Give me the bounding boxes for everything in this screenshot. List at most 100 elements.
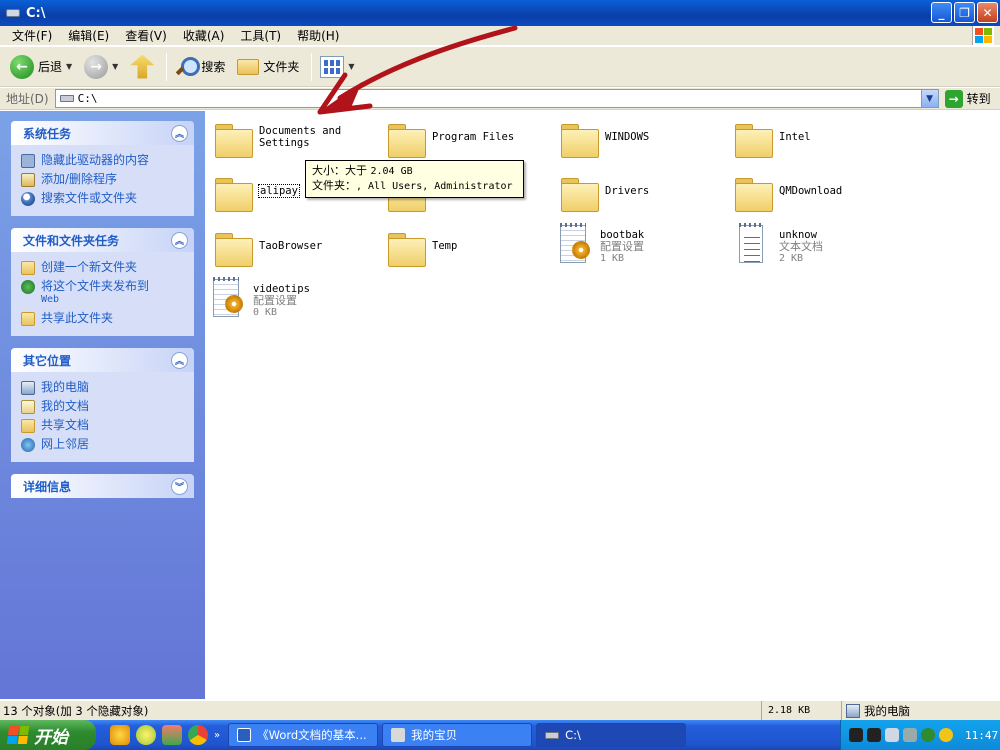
task-label: 《Word文档的基本... [257,728,367,742]
quick-launch-more-icon[interactable]: » [214,730,220,741]
app-icon[interactable] [162,725,182,745]
menu-favorites[interactable]: 收藏(A) [175,27,233,44]
minimize-button[interactable]: _ [931,2,952,23]
task-pane: 系统任务 ︽ 隐藏此驱动器的内容 添加/删除程序 搜索文件或文件夹 文件和文件夹… [0,111,205,699]
chevron-down-icon[interactable]: ▼ [66,62,72,71]
file-name: QMDownload [779,185,843,197]
shield-icon[interactable] [921,728,935,742]
shared-documents-link[interactable]: 共享文档 [21,416,184,435]
word-icon [237,728,252,742]
views-button[interactable]: ▼ [316,54,358,80]
details-panel: 详细信息 ︾ [11,474,194,498]
address-input[interactable]: C:\ ▼ [54,89,939,108]
close-button[interactable]: ✕ [977,2,998,23]
menu-file[interactable]: 文件(F) [4,27,60,44]
forward-button[interactable]: → ▼ [80,53,122,81]
add-remove-programs-link[interactable]: 添加/删除程序 [21,170,184,189]
taskbar-item-explorer[interactable]: C:\ [536,723,687,747]
status-bar: 13 个对象(加 3 个隐藏对象) 2.18 KB 我的电脑 [0,700,1000,720]
system-tasks-header[interactable]: 系统任务 ︽ [11,121,194,145]
folder-item[interactable]: TaoBrowser [215,230,385,267]
link-label: 共享此文件夹 [41,311,114,325]
penguin-icon[interactable] [849,728,863,742]
windows-logo-icon [972,26,994,45]
back-label: 后退 [38,60,63,74]
up-button[interactable] [126,53,158,81]
file-item[interactable]: unknow 文本文档 2 KB [737,223,907,267]
new-folder-icon [21,261,35,275]
penguin-icon[interactable] [867,728,881,742]
my-documents-link[interactable]: 我的文档 [21,397,184,416]
taskbar-item-word[interactable]: 《Word文档的基本... [228,723,379,747]
file-size: 0 KB [253,307,278,318]
text-file-icon [737,223,767,267]
go-button[interactable]: → 转到 [944,89,991,108]
drive-icon [545,731,560,739]
publish-to-web-link[interactable]: 将这个文件夹发布到 Web [21,277,184,309]
search-label: 搜索 [201,60,226,74]
new-folder-link[interactable]: 创建一个新文件夹 [21,258,184,277]
browser-icon[interactable] [188,725,208,745]
folders-button[interactable]: 文件夹 [233,56,303,77]
panel-title: 其它位置 [23,353,72,368]
file-size: 1 KB [600,253,625,264]
up-folder-icon [130,54,155,79]
app-icon[interactable] [136,725,156,745]
status-location: 我的电脑 [842,703,910,719]
maximize-button[interactable]: ❐ [954,2,975,23]
my-computer-link[interactable]: 我的电脑 [21,378,184,397]
start-button[interactable]: 开始 [0,720,96,750]
menu-tools[interactable]: 工具(T) [232,27,289,44]
file-item[interactable]: bootbak 配置设置 1 KB [558,223,728,267]
share-folder-link[interactable]: 共享此文件夹 [21,309,184,328]
file-list: Documents and Settings Program Files WIND… [205,111,1000,699]
other-places-header[interactable]: 其它位置 ︽ [11,348,194,372]
hide-drive-contents-link[interactable]: 隐藏此驱动器的内容 [21,151,184,170]
chevron-down-icon[interactable]: ▼ [348,62,354,71]
network-icon[interactable] [885,728,899,742]
publish-icon [21,280,35,294]
title-bar: C:\ _ ❐ ✕ [0,0,1000,26]
share-icon [21,312,35,326]
volume-icon[interactable] [903,728,917,742]
folder-item[interactable]: Temp [388,230,558,267]
folders-label: 文件夹 [263,60,300,74]
folder-item[interactable]: QMDownload [735,175,905,212]
shared-folder-icon [21,419,35,433]
task-label: 我的宝贝 [411,728,458,742]
taskbar-item-baby[interactable]: 我的宝贝 [382,723,533,747]
chevron-down-icon[interactable]: ▼ [112,62,118,71]
file-item[interactable]: videotips 配置设置 0 KB [211,277,381,321]
folder-item[interactable]: Documents and Settings [215,121,385,158]
folder-item[interactable]: Program Files [388,121,558,158]
window-controls: _ ❐ ✕ [931,2,998,23]
collapse-icon[interactable]: ︽ [171,231,188,249]
menu-edit[interactable]: 编辑(E) [60,27,117,44]
documents-icon [21,400,35,414]
file-name: alipay [258,184,300,198]
plus-icon[interactable] [939,728,953,742]
network-places-link[interactable]: 网上邻居 [21,435,184,454]
folder-item[interactable]: Intel [735,121,905,158]
task-label: C:\ [565,728,581,742]
back-arrow-icon: ← [10,54,34,79]
file-name: Drivers [605,185,650,197]
app-icon[interactable] [110,725,130,745]
menu-help[interactable]: 帮助(H) [289,27,347,44]
collapse-icon[interactable]: ︽ [171,124,188,142]
address-dropdown-button[interactable]: ▼ [920,90,938,107]
file-tasks-header[interactable]: 文件和文件夹任务 ︽ [11,228,194,252]
address-value: C:\ [77,92,98,105]
folder-item[interactable]: Drivers [561,175,731,212]
expand-icon[interactable]: ︾ [171,477,188,495]
link-label: 我的电脑 [41,380,90,394]
search-files-link[interactable]: 搜索文件或文件夹 [21,189,184,208]
search-button[interactable]: 搜索 [171,54,229,80]
folder-item[interactable]: WINDOWS [561,121,731,158]
menu-view[interactable]: 查看(V) [117,27,175,44]
tooltip-size-label: 大小：大于 [312,164,371,177]
details-header[interactable]: 详细信息 ︾ [11,474,194,498]
collapse-icon[interactable]: ︽ [171,351,188,369]
programs-icon [21,173,35,187]
back-button[interactable]: ← 后退 ▼ [6,53,76,81]
